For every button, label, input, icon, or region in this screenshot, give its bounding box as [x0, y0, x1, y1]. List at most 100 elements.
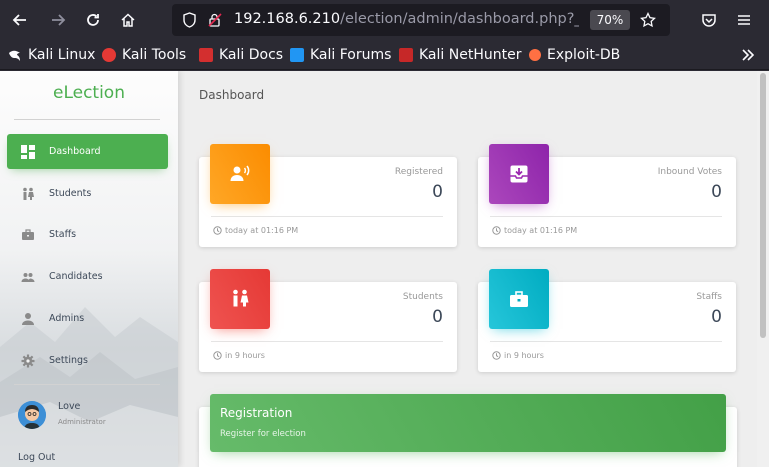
sidebar-item-candidates[interactable]: Candidates: [7, 259, 168, 294]
clock-icon: [492, 351, 501, 360]
logout-link[interactable]: Log Out: [18, 452, 55, 463]
sidebar-item-admins[interactable]: Admins: [7, 301, 168, 336]
card-label: Staffs: [696, 292, 722, 302]
card-footer-text: in 9 hours: [504, 351, 544, 360]
card-divider: [211, 341, 443, 342]
sidebar-item-label: Settings: [49, 355, 88, 366]
home-button[interactable]: [114, 6, 142, 34]
sidebar-item-label: Staffs: [49, 229, 77, 240]
avatar[interactable]: [18, 401, 46, 429]
reload-icon: [87, 14, 99, 26]
bookmark-kali-nethunter[interactable]: Kali NetHunter: [399, 45, 521, 65]
chevron-double-right-icon: [742, 49, 755, 61]
card-divider: [490, 216, 722, 217]
dashboard-icon: [20, 144, 36, 160]
card-value: 0: [711, 182, 722, 202]
card-label: Registered: [394, 167, 443, 177]
bookmark-star-icon[interactable]: [640, 12, 656, 28]
user-name: Love: [58, 401, 81, 412]
bookmark-kali-linux[interactable]: Kali Linux: [8, 45, 95, 65]
bookmarks-bar: Kali Linux Kali Tools Kali Docs Kali For…: [0, 40, 769, 70]
bookmark-label: Kali NetHunter: [419, 47, 522, 63]
card-value: 0: [711, 307, 722, 327]
settings-icon: [20, 353, 36, 369]
registration-title: Registration: [220, 406, 293, 420]
brand-title[interactable]: eLection: [0, 83, 178, 103]
bookmark-label: Kali Forums: [310, 47, 392, 63]
sidebar-divider: [14, 384, 160, 385]
sidebar-item-settings[interactable]: Settings: [7, 343, 168, 378]
sidebar-item-label: Students: [49, 188, 92, 199]
pocket-button[interactable]: [695, 6, 723, 34]
kali-forums-icon: [290, 48, 304, 62]
kali-tools-icon: [102, 48, 116, 62]
brand-divider: [14, 119, 160, 120]
url-host: 192.168.6.210: [234, 11, 341, 27]
card-footer: in 9 hours: [213, 351, 265, 360]
forward-arrow-icon: [52, 14, 66, 26]
exploitdb-icon: [529, 49, 541, 61]
clock-icon: [213, 226, 222, 235]
clock-icon: [213, 351, 222, 360]
staffs-icon: [20, 227, 36, 243]
shield-icon[interactable]: [182, 12, 197, 28]
card-divider: [211, 216, 443, 217]
back-arrow-icon: [12, 14, 26, 26]
page-viewport: eLection Dashboard Students Staffs Candi: [0, 71, 769, 467]
candidates-icon: [20, 269, 36, 285]
home-icon: [121, 13, 135, 27]
students-icon: [20, 186, 36, 202]
card-footer: in 9 hours: [492, 351, 544, 360]
card-value: 0: [432, 307, 443, 327]
scrollbar-thumb[interactable]: [760, 73, 766, 338]
bookmark-kali-tools[interactable]: Kali Tools: [102, 45, 186, 65]
url-text[interactable]: 192.168.6.210/election/admin/dashboard.p…: [234, 11, 579, 27]
page-title: Dashboard: [199, 88, 265, 102]
registration-header: Registration Register for election: [210, 394, 726, 452]
sidebar-item-dashboard[interactable]: Dashboard: [7, 134, 168, 169]
insecure-lock-icon[interactable]: [207, 12, 223, 28]
bookmark-label: Kali Tools: [122, 47, 187, 63]
more-bookmarks-button[interactable]: [740, 45, 756, 65]
card-value: 0: [432, 182, 443, 202]
sidebar-item-label: Candidates: [49, 271, 103, 282]
address-bar[interactable]: 192.168.6.210/election/admin/dashboard.p…: [172, 4, 670, 36]
card-label: Students: [402, 292, 443, 302]
reload-button[interactable]: [79, 6, 107, 34]
nethunter-icon: [399, 48, 413, 62]
pocket-icon: [702, 14, 716, 27]
bookmark-kali-forums[interactable]: Kali Forums: [290, 45, 391, 65]
registration-subtitle: Register for election: [220, 429, 306, 439]
sidebar-item-students[interactable]: Students: [7, 176, 168, 211]
zoom-level-button[interactable]: 70%: [590, 10, 630, 30]
card-divider: [490, 341, 722, 342]
page-scrollbar[interactable]: [757, 71, 769, 467]
card-footer: today at 01:16 PM: [213, 226, 298, 235]
menu-button[interactable]: [730, 6, 758, 34]
clock-icon: [492, 226, 501, 235]
sidebar: eLection Dashboard Students Staffs Candi: [0, 71, 178, 467]
admins-icon: [20, 311, 36, 327]
hamburger-icon: [738, 15, 750, 25]
back-button[interactable]: [6, 6, 34, 34]
card-footer-text: in 9 hours: [225, 351, 265, 360]
sidebar-item-staffs[interactable]: Staffs: [7, 217, 168, 252]
bookmark-kali-docs[interactable]: Kali Docs: [199, 45, 283, 65]
briefcase-icon: [489, 269, 549, 329]
forward-button[interactable]: [44, 6, 72, 34]
card-footer-text: today at 01:16 PM: [504, 226, 578, 235]
inbox-icon: [489, 144, 549, 204]
kali-docs-icon: [199, 48, 213, 62]
students-icon: [210, 269, 270, 329]
browser-toolbar: 192.168.6.210/election/admin/dashboard.p…: [0, 0, 769, 40]
bookmark-label: Kali Linux: [28, 47, 96, 63]
card-footer-text: today at 01:16 PM: [225, 226, 299, 235]
sidebar-item-label: Dashboard: [49, 146, 101, 157]
registered-icon: [210, 144, 270, 204]
url-path: /election/admin/dashboard.php?_log: [340, 11, 579, 27]
card-label: Inbound Votes: [657, 167, 722, 177]
bookmark-label: Kali Docs: [219, 47, 284, 63]
bookmark-exploit-db[interactable]: Exploit-DB: [529, 45, 620, 65]
kali-dragon-icon: [9, 50, 20, 61]
card-footer: today at 01:16 PM: [492, 226, 577, 235]
